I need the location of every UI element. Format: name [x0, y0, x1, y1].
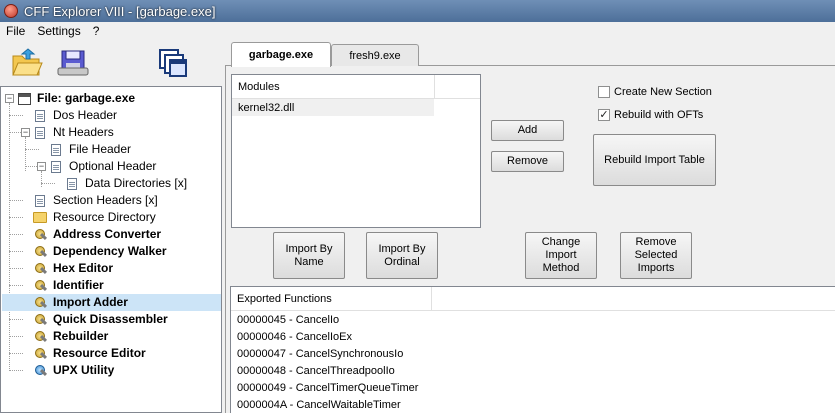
tool-icon: [33, 262, 47, 276]
tree-item-dos-header[interactable]: Dos Header: [33, 107, 119, 124]
collapse-nt-headers-toggle[interactable]: −: [21, 128, 30, 137]
add-button[interactable]: Add: [491, 120, 564, 141]
title-bar: CFF Explorer VIII - [garbage.exe]: [0, 0, 835, 22]
tab-fresh9-exe[interactable]: fresh9.exe: [331, 44, 419, 66]
tool-icon: [33, 279, 47, 293]
modules-column-header[interactable]: Modules: [232, 75, 480, 99]
exported-function-row[interactable]: 0000004A - CancelWaitableTimer: [231, 396, 835, 413]
tool-icon: [33, 228, 47, 242]
tree-item-section-headers[interactable]: Section Headers [x]: [33, 192, 160, 209]
tree-item-nt-headers[interactable]: Nt Headers: [33, 124, 116, 141]
tab-strip: garbage.exe fresh9.exe: [225, 40, 835, 67]
tree-root-file[interactable]: File: garbage.exe: [17, 90, 137, 107]
tool-icon: [33, 313, 47, 327]
rebuild-import-table-button[interactable]: Rebuild Import Table: [593, 134, 716, 186]
document-icon: [35, 126, 45, 139]
checkbox-box[interactable]: [598, 86, 610, 98]
exported-function-row[interactable]: 00000048 - CancelThreadpoolIo: [231, 362, 835, 379]
navigation-tree[interactable]: − − − File: garbage.exe Dos Header Nt He…: [0, 86, 222, 413]
exported-function-row[interactable]: 00000049 - CancelTimerQueueTimer: [231, 379, 835, 396]
modules-list[interactable]: Modules kernel32.dll: [231, 74, 481, 228]
tree-item-file-header[interactable]: File Header: [49, 141, 133, 158]
main-panel: garbage.exe fresh9.exe Modules kernel32.…: [225, 40, 835, 413]
collapse-root-toggle[interactable]: −: [5, 94, 14, 103]
folder-icon: [33, 212, 47, 223]
collapse-optional-header-toggle[interactable]: −: [37, 162, 46, 171]
document-icon: [51, 143, 61, 156]
open-folder-icon[interactable]: [10, 46, 44, 80]
import-by-name-button[interactable]: Import By Name: [273, 232, 345, 279]
menu-bar: File Settings ?: [0, 22, 835, 40]
tree-item-resource-directory[interactable]: Resource Directory: [33, 209, 158, 226]
remove-selected-imports-button[interactable]: Remove Selected Imports: [620, 232, 692, 279]
rebuild-with-ofts-checkbox[interactable]: ✓ Rebuild with OFTs: [598, 109, 703, 121]
tree-item-hex-editor[interactable]: Hex Editor: [33, 260, 115, 277]
import-adder-panel: Modules kernel32.dll Add Remove Create N…: [225, 66, 835, 413]
file-icon: [17, 92, 31, 105]
app-icon: [4, 4, 18, 18]
exported-functions-list[interactable]: Exported Functions 00000045 - CancelIo 0…: [230, 286, 835, 413]
window-title: CFF Explorer VIII - [garbage.exe]: [24, 3, 216, 19]
remove-button[interactable]: Remove: [491, 151, 564, 172]
tool-icon: [33, 296, 47, 310]
exported-function-row[interactable]: 00000045 - CancelIo: [231, 311, 835, 328]
tool-icon: [33, 347, 47, 361]
menu-help[interactable]: ?: [87, 24, 106, 38]
upx-tool-icon: [33, 364, 47, 378]
tree-item-identifier[interactable]: Identifier: [33, 277, 106, 294]
create-new-section-checkbox[interactable]: Create New Section: [598, 86, 712, 98]
tree-item-optional-header[interactable]: Optional Header: [49, 158, 158, 175]
tree-item-address-converter[interactable]: Address Converter: [33, 226, 163, 243]
tree-item-resource-editor[interactable]: Resource Editor: [33, 345, 148, 362]
import-by-ordinal-button[interactable]: Import By Ordinal: [366, 232, 438, 279]
module-row[interactable]: kernel32.dll: [232, 99, 434, 116]
tree-item-import-adder[interactable]: Import Adder: [2, 294, 221, 311]
document-icon: [67, 177, 77, 190]
tool-icon: [33, 245, 47, 259]
save-disk-icon[interactable]: [56, 46, 90, 80]
exported-functions-column-header[interactable]: Exported Functions: [231, 287, 835, 311]
toolbar: [0, 40, 222, 86]
tree-item-rebuilder[interactable]: Rebuilder: [33, 328, 110, 345]
tool-icon: [33, 330, 47, 344]
menu-settings[interactable]: Settings: [31, 24, 86, 38]
tree-item-upx-utility[interactable]: UPX Utility: [33, 362, 116, 379]
document-icon: [51, 160, 61, 173]
tree-item-data-directories[interactable]: Data Directories [x]: [65, 175, 189, 192]
document-icon: [35, 194, 45, 207]
exported-function-row[interactable]: 00000046 - CancelIoEx: [231, 328, 835, 345]
tab-garbage-exe[interactable]: garbage.exe: [231, 42, 331, 67]
document-icon: [35, 109, 45, 122]
exported-function-row[interactable]: 00000047 - CancelSynchronousIo: [231, 345, 835, 362]
change-import-method-button[interactable]: Change Import Method: [525, 232, 597, 279]
checkbox-box[interactable]: ✓: [598, 109, 610, 121]
windows-icon[interactable]: [156, 46, 190, 80]
tree-item-quick-disassembler[interactable]: Quick Disassembler: [33, 311, 170, 328]
tree-item-dependency-walker[interactable]: Dependency Walker: [33, 243, 169, 260]
menu-file[interactable]: File: [0, 24, 31, 38]
